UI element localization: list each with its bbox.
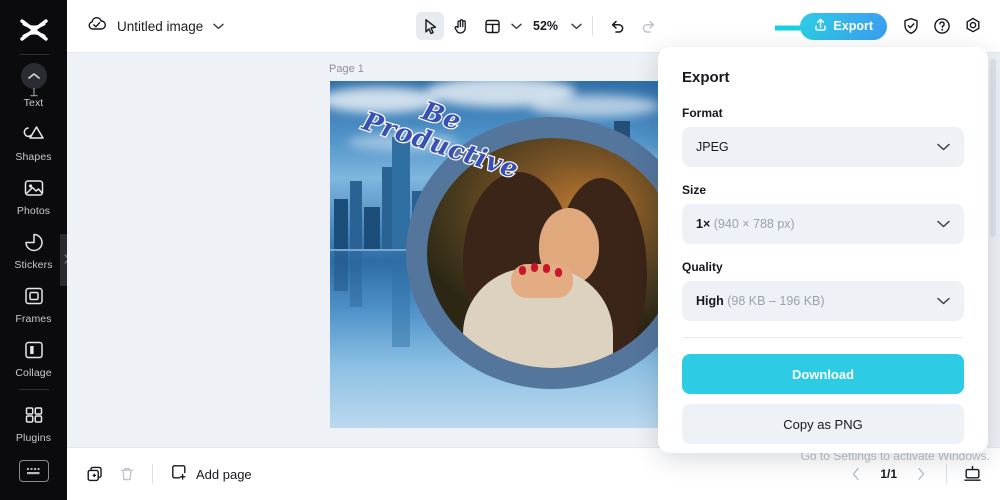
sidebar-item-label: Collage [15,367,52,379]
bottombar-right-divider [946,464,947,484]
photos-icon [23,175,45,201]
page-layout-icon[interactable] [478,12,506,40]
export-button-label: Export [833,19,873,33]
shapes-icon [23,121,45,147]
canvas-vertical-scrollbar[interactable] [990,59,996,237]
chevron-down-icon [937,292,950,310]
shield-check-icon[interactable] [898,13,924,39]
quality-value: High (98 KB – 196 KB) [696,294,825,308]
sidebar-item-label: Frames [15,313,52,325]
add-page-label: Add page [196,466,252,482]
chevron-left-icon[interactable] [842,460,870,488]
settings-gear-icon[interactable] [960,13,986,39]
undo-icon[interactable] [603,12,631,40]
hand-pan-icon[interactable] [447,12,475,40]
plugins-icon [23,402,45,428]
cloud-saved-icon [87,16,107,37]
sidebar-item-label: Plugins [15,432,52,444]
size-value: 1× (940 × 788 px) [696,217,795,231]
portrait-photo [427,138,662,368]
layout-chevron-down-icon[interactable] [511,17,522,35]
page-indicator: 1/1 [880,467,897,481]
panel-divider [682,337,964,338]
size-select[interactable]: 1× (940 × 788 px) [682,204,964,244]
keyboard-icon[interactable] [18,460,49,482]
topbar-right-cluster: Export [800,12,986,40]
sidebar-item-text[interactable]: Text [0,59,67,113]
document-title-menu[interactable]: Untitled image [87,16,224,37]
sidebar-divider-top [18,54,49,55]
artboard[interactable]: Be Productive [330,81,662,428]
zoom-level[interactable]: 52% [533,19,558,33]
sidebar-item-label: Text [23,97,44,109]
redo-icon[interactable] [634,12,662,40]
quality-level: High [696,294,724,308]
nail-shape [531,263,538,272]
size-dimensions: (940 × 788 px) [713,217,795,231]
chevron-down-icon [937,138,950,156]
sidebar-divider-bottom [18,389,49,390]
present-icon[interactable] [958,460,986,488]
help-circle-icon[interactable] [929,13,955,39]
bottombar-divider [152,464,153,484]
stickers-icon [23,229,45,255]
nail-shape [543,264,550,273]
nail-shape [555,268,562,277]
toolbar-divider [592,16,594,36]
upload-icon [814,18,827,34]
bottombar-right: 1/1 [842,460,986,488]
sidebar-item-plugins[interactable]: Plugins [0,394,67,448]
duplicate-page-icon[interactable] [81,460,109,488]
city-building [334,199,348,249]
app-logo-icon[interactable] [17,14,51,48]
frames-icon [23,283,45,309]
sidebar-item-collage[interactable]: Collage [0,329,67,383]
sidebar-item-frames[interactable]: Frames [0,275,67,329]
chevron-down-icon[interactable] [213,17,224,35]
page-label: Page 1 [329,63,364,75]
export-panel: Export Format JPEG Size 1× (940 × 788 px… [658,47,988,453]
add-page-icon [170,463,188,486]
format-value: JPEG [696,140,729,154]
quality-select[interactable]: High (98 KB – 196 KB) [682,281,964,321]
city-reflection [350,251,362,307]
trash-icon[interactable] [113,460,141,488]
format-label: Format [682,106,723,120]
bottombar-left: Add page [81,460,252,488]
city-building [350,181,362,249]
city-building [364,207,380,249]
canvas-tools: 52% [416,12,662,40]
download-button[interactable]: Download [682,354,964,394]
zoom-chevron-down-icon[interactable] [571,17,582,35]
city-reflection [334,251,348,291]
format-select[interactable]: JPEG [682,127,964,167]
left-sidebar: Text Shapes Photos Stickers Frames Colla… [0,0,67,500]
chevron-right-icon[interactable] [907,460,935,488]
size-multiplier: 1× [696,217,711,231]
sidebar-item-label: Stickers [14,259,53,271]
sidebar-item-label: Photos [16,205,51,217]
chevron-down-icon [937,215,950,233]
quality-filesize: (98 KB – 196 KB) [727,294,825,308]
export-panel-title: Export [682,69,730,86]
cursor-select-icon[interactable] [416,12,444,40]
sidebar-item-stickers[interactable]: Stickers [0,221,67,275]
sidebar-item-label: Shapes [15,151,52,163]
top-toolbar: Untitled image 52% Export [67,0,1000,53]
document-title: Untitled image [117,18,204,34]
copy-as-png-button[interactable]: Copy as PNG [682,404,964,444]
add-page-button[interactable]: Add page [170,463,252,486]
export-button[interactable]: Export [800,12,887,40]
sidebar-item-photos[interactable]: Photos [0,167,67,221]
sidebar-item-shapes[interactable]: Shapes [0,113,67,167]
editor-window: Text Shapes Photos Stickers Frames Colla… [0,0,1000,500]
cloud-shape [530,95,660,117]
text-icon [20,63,47,97]
collage-icon [23,337,45,363]
quality-label: Quality [682,260,723,274]
nail-shape [519,266,526,275]
size-label: Size [682,183,707,197]
